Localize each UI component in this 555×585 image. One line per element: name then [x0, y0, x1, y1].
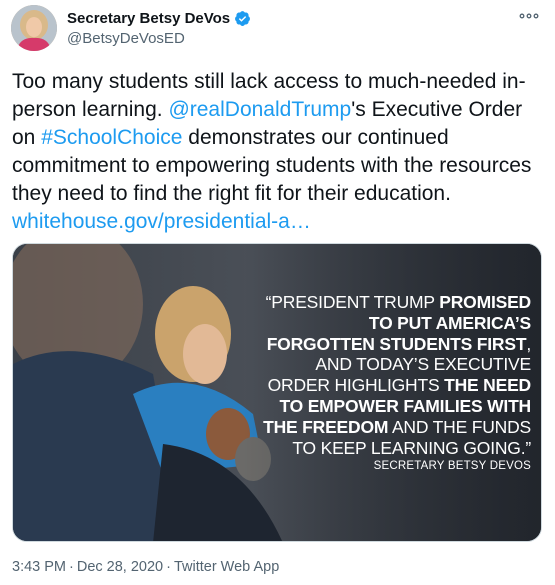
verified-badge-icon: [235, 11, 251, 26]
author-handle[interactable]: @BetsyDeVosED: [67, 30, 185, 47]
tweet-text: Too many students still lack access to m…: [12, 68, 542, 236]
quote-part: “PRESIDENT TRUMP: [265, 292, 440, 312]
separator: ·: [166, 559, 171, 575]
tweet-source-app[interactable]: Twitter Web App: [174, 559, 279, 575]
author-name[interactable]: Secretary Betsy DeVos: [67, 10, 230, 27]
media-quote: “PRESIDENT TRUMP PROMISED TO PUT AMERICA…: [261, 292, 531, 458]
url-link[interactable]: whitehouse.gov/presidential-a…: [12, 210, 311, 233]
hashtag-link[interactable]: #SchoolChoice: [41, 126, 182, 149]
separator: ·: [69, 559, 74, 575]
tweet-date[interactable]: Dec 28, 2020: [77, 559, 163, 575]
more-options-icon[interactable]: [517, 6, 541, 26]
tweet-metadata: 3:43 PM · Dec 28, 2020 · Twitter Web App: [12, 559, 279, 575]
tweet-time[interactable]: 3:43 PM: [12, 559, 66, 575]
tweet-media-image[interactable]: “PRESIDENT TRUMP PROMISED TO PUT AMERICA…: [12, 243, 542, 542]
mention-link[interactable]: @realDonaldTrump: [168, 98, 351, 121]
media-attribution: SECRETARY BETSY DEVOS: [373, 460, 531, 472]
avatar[interactable]: [11, 5, 57, 51]
author-name-row: Secretary Betsy DeVos: [67, 10, 251, 27]
profile-photo: [11, 5, 57, 51]
